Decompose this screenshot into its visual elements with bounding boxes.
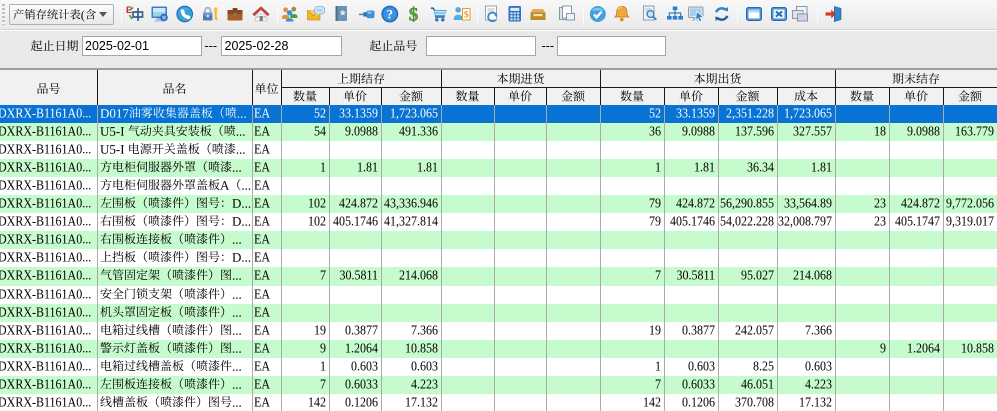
svg-text:?: ? (387, 7, 394, 22)
svg-text:$: $ (463, 10, 468, 21)
svg-text:$: $ (409, 5, 419, 23)
